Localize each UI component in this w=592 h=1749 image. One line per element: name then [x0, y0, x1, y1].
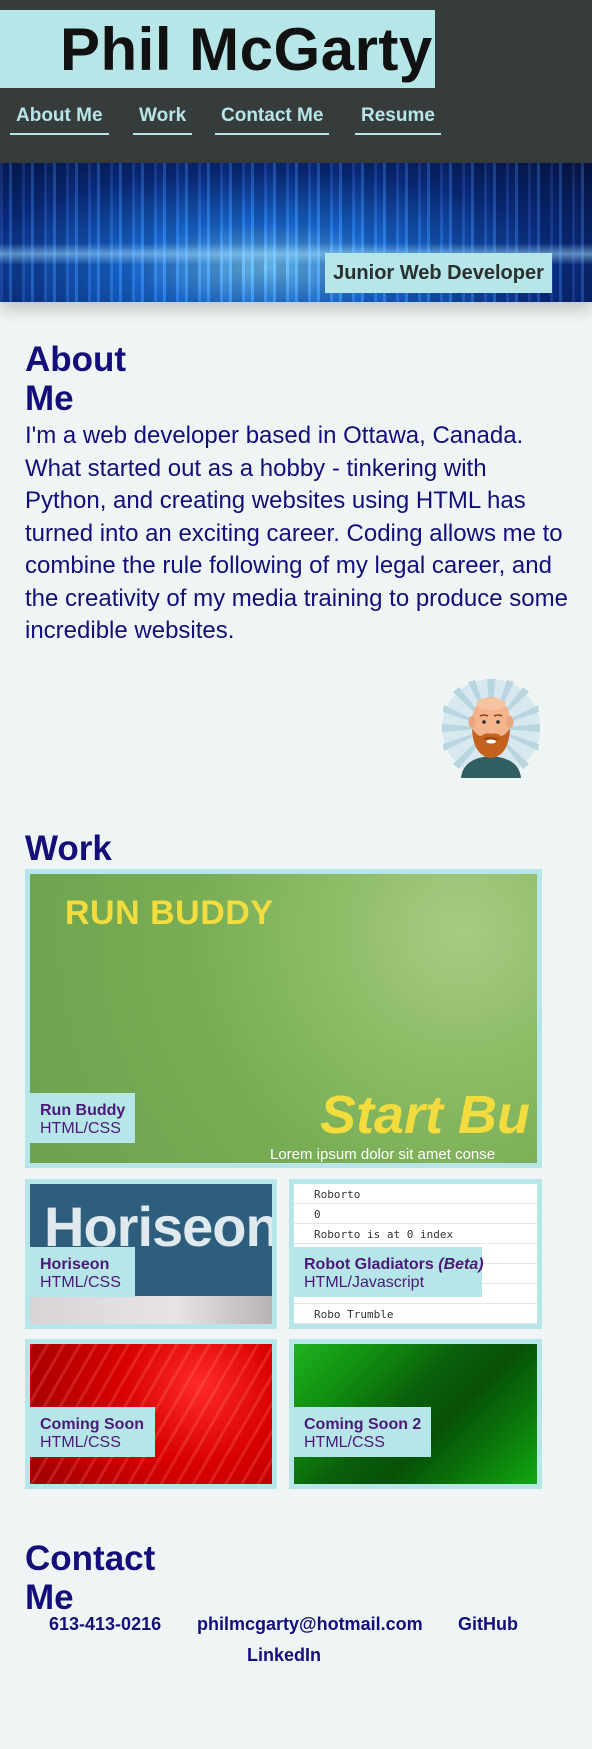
project-name: Horiseon	[40, 1256, 110, 1273]
project-label-horiseon: Horiseon HTML/CSS	[30, 1247, 135, 1297]
contact-github-link[interactable]: GitHub	[458, 1614, 518, 1635]
project-label-run-buddy: Run Buddy HTML/CSS	[30, 1093, 135, 1143]
avatar	[442, 679, 540, 778]
project-card-horiseon[interactable]: Horiseon Horiseon HTML/CSS	[25, 1179, 277, 1329]
contact-email-link[interactable]: philmcgarty@hotmail.com	[197, 1614, 423, 1635]
project-tech: HTML/CSS	[40, 1274, 121, 1291]
nav-resume[interactable]: Resume	[355, 103, 441, 135]
site-title: Phil McGarty	[60, 16, 433, 83]
project-label-coming-soon-2: Coming Soon 2 HTML/CSS	[294, 1407, 431, 1457]
site-title-box: Phil McGarty	[0, 10, 435, 88]
console-line: Roborto	[294, 1186, 537, 1204]
project-name: Coming Soon 2	[304, 1416, 422, 1433]
nav-contact-me[interactable]: Contact Me	[215, 103, 330, 135]
project-label-coming-soon: Coming Soon HTML/CSS	[30, 1407, 155, 1457]
main-nav: About Me Work Contact Me Resume	[0, 103, 592, 137]
run-buddy-preview-lorem: Lorem ipsum dolor sit amet conse	[270, 1146, 496, 1163]
about-heading: About Me	[25, 340, 127, 418]
project-tech: HTML/CSS	[304, 1434, 385, 1451]
project-name: Robot Gladiators (Beta)	[304, 1256, 484, 1274]
project-name-main: Robot Gladiators	[304, 1256, 434, 1273]
nav-work[interactable]: Work	[133, 103, 193, 135]
contact-phone-link[interactable]: 613-413-0216	[49, 1614, 161, 1635]
contact-linkedin-link[interactable]: LinkedIn	[247, 1645, 321, 1666]
run-buddy-preview-title: RUN BUDDY	[65, 894, 274, 932]
hero-banner: Junior Web Developer	[0, 163, 592, 302]
contact-heading: Contact Me	[25, 1539, 156, 1617]
contact-links: 613-413-0216 philmcgarty@hotmail.com Git…	[0, 1614, 592, 1665]
project-tech: HTML/Javascript	[304, 1274, 425, 1291]
project-name-suffix: (Beta)	[438, 1256, 484, 1273]
console-line: Roborto is at 0 index	[294, 1226, 537, 1244]
project-name: Coming Soon	[40, 1416, 144, 1433]
hero-badge: Junior Web Developer	[325, 253, 552, 293]
console-line: 0	[294, 1206, 537, 1224]
project-tech: HTML/CSS	[40, 1120, 121, 1137]
nav-about-me[interactable]: About Me	[10, 103, 109, 135]
work-heading: Work	[25, 829, 112, 868]
console-line: Robo Trumble	[294, 1306, 537, 1324]
project-card-robot-gladiators[interactable]: Roborto 0 Roborto is at 0 index Robo Tru…	[289, 1179, 542, 1329]
site-header: Phil McGarty About Me Work Contact Me Re…	[0, 0, 592, 163]
project-name: Run Buddy	[40, 1102, 126, 1119]
about-text: I'm a web developer based in Ottawa, Can…	[25, 422, 568, 644]
project-label-robot-gladiators: Robot Gladiators (Beta) HTML/Javascript	[294, 1247, 484, 1297]
run-buddy-preview-cta: Start Bu	[320, 1085, 531, 1145]
project-card-run-buddy[interactable]: RUN BUDDY Start Bu Lorem ipsum dolor sit…	[25, 869, 542, 1168]
project-card-coming-soon[interactable]: Coming Soon HTML/CSS	[25, 1339, 277, 1489]
project-tech: HTML/CSS	[40, 1434, 121, 1451]
horiseon-preview-photo	[30, 1296, 272, 1324]
project-card-coming-soon-2[interactable]: Coming Soon 2 HTML/CSS	[289, 1339, 542, 1489]
